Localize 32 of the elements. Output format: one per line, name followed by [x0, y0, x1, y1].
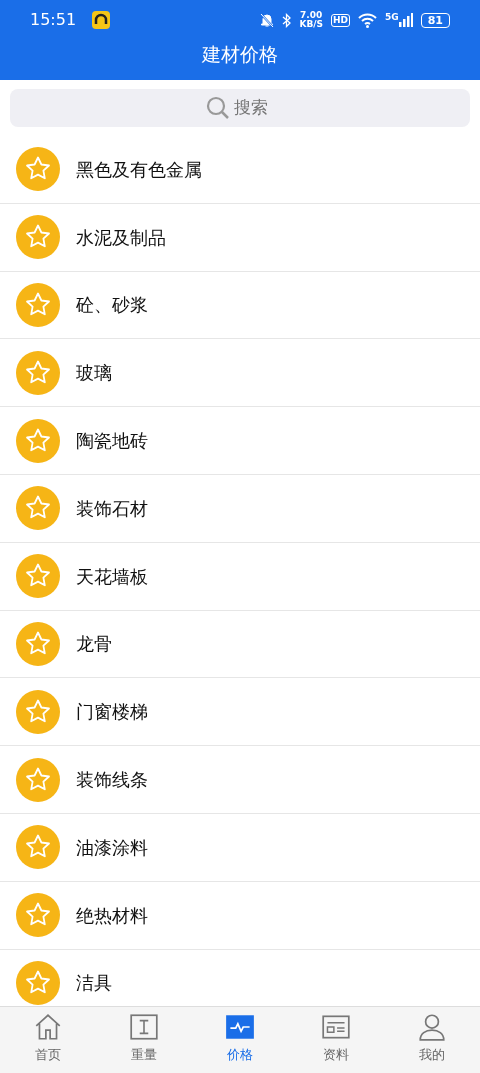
- category-item[interactable]: 油漆涂料: [0, 813, 480, 882]
- app-notification-icon: [92, 11, 111, 29]
- category-item[interactable]: 砼、砂浆: [0, 271, 480, 340]
- category-item[interactable]: 装饰石材: [0, 475, 480, 543]
- nav-tab[interactable]: 我的: [384, 1007, 480, 1073]
- network-speed: 7.00: [300, 11, 323, 20]
- category-item[interactable]: 玻璃: [0, 339, 480, 408]
- search-icon: [206, 96, 230, 120]
- nav-tab[interactable]: 首页: [0, 1007, 96, 1073]
- status-time: 15:51: [30, 9, 77, 31]
- bluetooth-icon: [282, 12, 292, 28]
- category-item[interactable]: 水泥及制品: [0, 203, 480, 272]
- category-item[interactable]: 黑色及有色金属: [0, 136, 480, 204]
- nav-tab[interactable]: 重量: [96, 1007, 192, 1073]
- category-item[interactable]: 陶瓷地砖: [0, 407, 480, 475]
- network-type: 5G: [385, 13, 399, 22]
- wifi-icon: [358, 12, 378, 28]
- category-item[interactable]: 天花墙板: [0, 542, 480, 611]
- search-field[interactable]: 搜索: [234, 95, 274, 121]
- nav-tab[interactable]: 价格: [192, 1007, 288, 1073]
- speed-unit: KB/S: [299, 20, 323, 29]
- category-item[interactable]: 龙骨: [0, 610, 480, 679]
- category-item[interactable]: 门窗楼梯: [0, 678, 480, 747]
- category-item[interactable]: 装饰线条: [0, 746, 480, 814]
- nav-tab[interactable]: 资料: [288, 1007, 384, 1073]
- text-icon: [128, 1011, 160, 1043]
- mute-icon: [260, 12, 275, 28]
- page-title: 建材价格: [201, 42, 279, 67]
- battery-indicator: 81: [420, 12, 450, 28]
- category-item[interactable]: 绝热材料: [0, 881, 480, 950]
- signal-icon: [398, 13, 413, 27]
- hd-badge: HD: [331, 13, 351, 27]
